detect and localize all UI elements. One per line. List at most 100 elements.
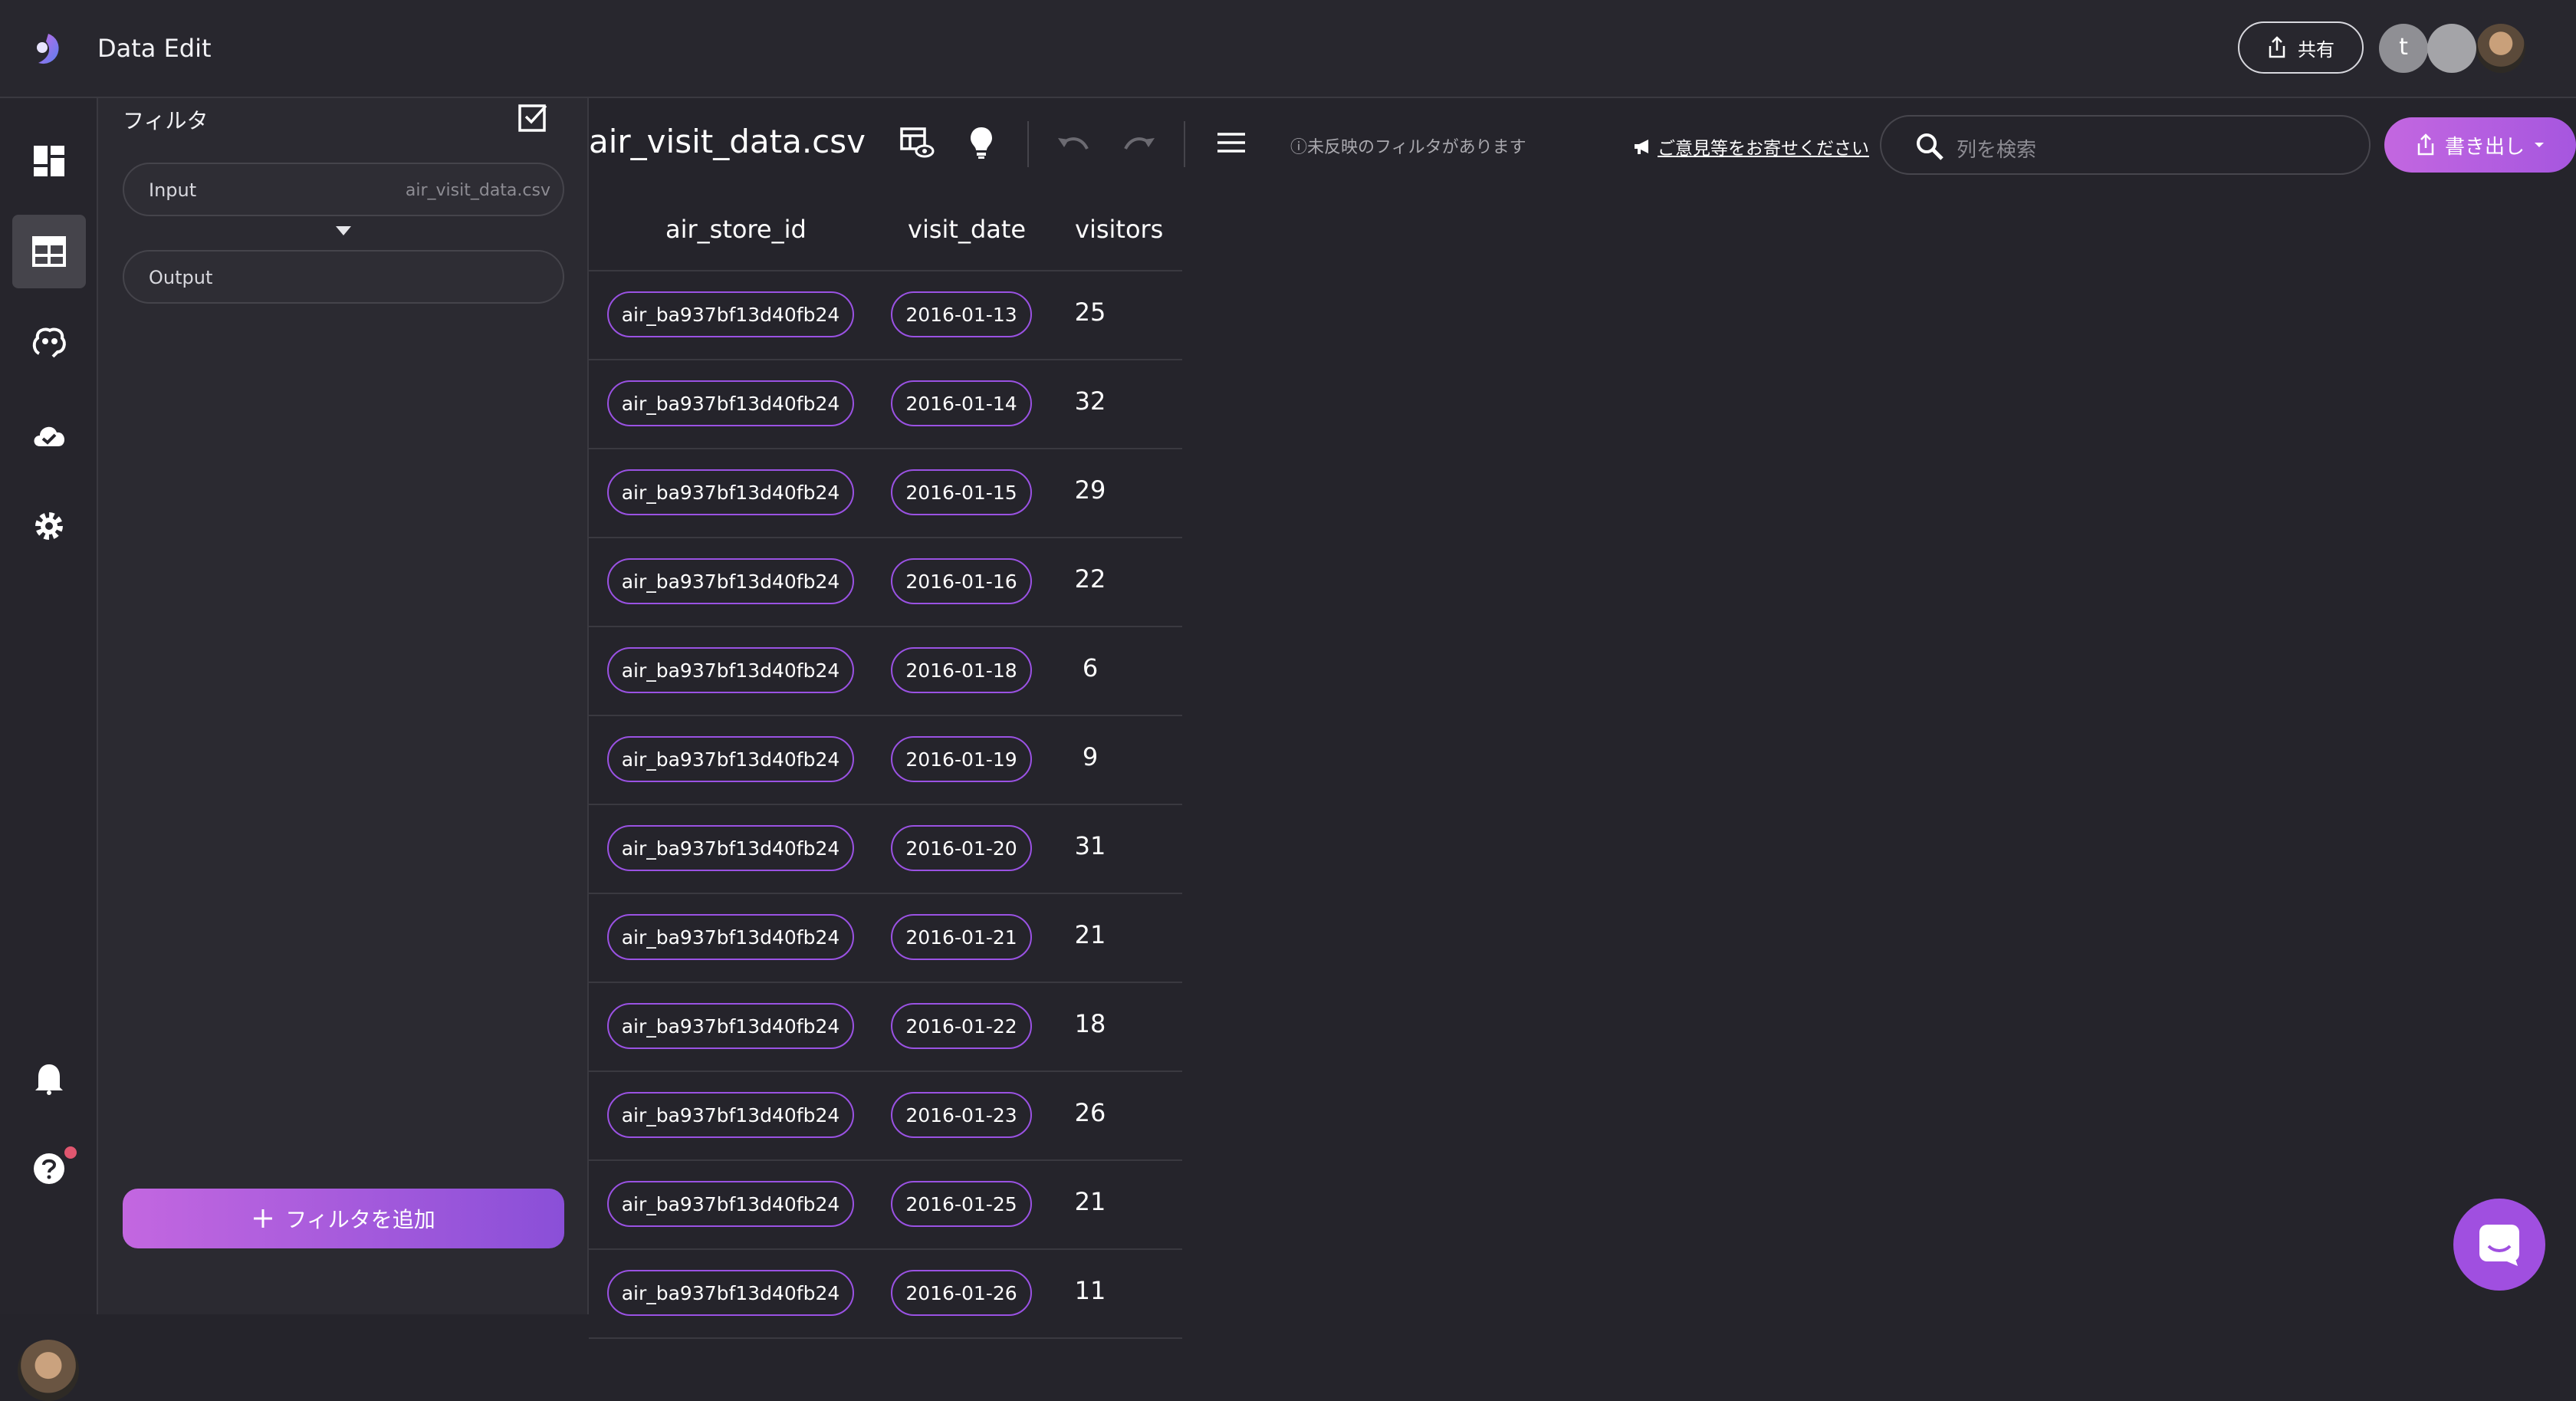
- cell-visit-date[interactable]: 2016-01-14: [891, 380, 1032, 426]
- cell-air-store-id[interactable]: air_ba937bf13d40fb24: [607, 1003, 854, 1049]
- cell-air-store-id[interactable]: air_ba937bf13d40fb24: [607, 469, 854, 515]
- redo-button[interactable]: [1119, 123, 1159, 163]
- table-row[interactable]: air_ba937bf13d40fb24 2016-01-20 31: [589, 805, 1182, 894]
- cell-visitors[interactable]: 22: [1061, 564, 1119, 594]
- cell-visitors[interactable]: 11: [1061, 1276, 1119, 1305]
- cell-visitors[interactable]: 9: [1061, 742, 1119, 771]
- table-row[interactable]: air_ba937bf13d40fb24 2016-01-16 22: [589, 538, 1182, 627]
- cell-visitors[interactable]: 6: [1061, 653, 1119, 682]
- cell-air-store-id[interactable]: air_ba937bf13d40fb24: [607, 1092, 854, 1138]
- undo-button[interactable]: [1053, 123, 1093, 163]
- avatar-collaborator[interactable]: [2427, 24, 2476, 73]
- share-button[interactable]: 共有: [2238, 21, 2364, 74]
- nav-cloud-sync[interactable]: [12, 397, 86, 471]
- notice-text: 未反映のフィルタがあります: [1307, 138, 1526, 157]
- cell-visitors[interactable]: 32: [1061, 386, 1119, 416]
- output-field[interactable]: Output: [123, 250, 564, 304]
- app-logo-icon: [37, 34, 59, 64]
- undo-icon: [1058, 137, 1089, 150]
- table-body: air_ba937bf13d40fb24 2016-01-13 25 air_ba93…: [589, 271, 1182, 1339]
- table-row[interactable]: air_ba937bf13d40fb24 2016-01-13 25: [589, 271, 1182, 360]
- cell-visitors[interactable]: 26: [1061, 1098, 1119, 1127]
- flow-arrow-down-icon: [336, 226, 351, 235]
- cell-visit-date[interactable]: 2016-01-16: [891, 558, 1032, 604]
- cell-visitors[interactable]: 31: [1061, 831, 1119, 860]
- cell-air-store-id[interactable]: air_ba937bf13d40fb24: [607, 558, 854, 604]
- megaphone-icon: [1635, 140, 1648, 154]
- table-preview-icon: [900, 127, 935, 158]
- chevron-down-icon: [2535, 143, 2544, 147]
- column-header-visit-date[interactable]: visit_date: [908, 215, 1026, 244]
- nav-notifications[interactable]: [12, 1041, 86, 1115]
- nav-ai[interactable]: [12, 305, 86, 379]
- plus-icon: [254, 1209, 273, 1228]
- data-table: air_store_id visit_date visitors air_ba9…: [589, 190, 1182, 1339]
- cell-air-store-id[interactable]: air_ba937bf13d40fb24: [607, 736, 854, 782]
- column-header-visitors[interactable]: visitors: [1075, 215, 1163, 244]
- checkbox-icon[interactable]: [517, 101, 549, 133]
- toolbar-divider: [1184, 121, 1185, 167]
- cell-visitors[interactable]: 29: [1061, 475, 1119, 505]
- filter-panel: フィルタ Input air_visit_data.csv Output フィル…: [98, 98, 589, 1314]
- search-icon: [1917, 133, 1944, 160]
- preview-table-button[interactable]: [897, 123, 937, 163]
- cell-visit-date[interactable]: 2016-01-25: [891, 1181, 1032, 1227]
- cell-visit-date[interactable]: 2016-01-15: [891, 469, 1032, 515]
- cell-visitors[interactable]: 25: [1061, 298, 1119, 327]
- cell-air-store-id[interactable]: air_ba937bf13d40fb24: [607, 647, 854, 693]
- cell-air-store-id[interactable]: air_ba937bf13d40fb24: [607, 291, 854, 337]
- input-source-field[interactable]: Input air_visit_data.csv: [123, 163, 564, 216]
- app-title: Data Edit: [97, 34, 212, 63]
- cell-air-store-id[interactable]: air_ba937bf13d40fb24: [607, 825, 854, 871]
- toolbar-divider: [1027, 121, 1029, 167]
- chat-launcher-button[interactable]: [2453, 1199, 2545, 1291]
- column-search-input[interactable]: 列を検索: [1880, 115, 2371, 175]
- cell-visit-date[interactable]: 2016-01-21: [891, 914, 1032, 960]
- cell-visit-date[interactable]: 2016-01-22: [891, 1003, 1032, 1049]
- nav-dashboard[interactable]: [12, 124, 86, 198]
- table-row[interactable]: air_ba937bf13d40fb24 2016-01-26 11: [589, 1250, 1182, 1339]
- cell-visit-date[interactable]: 2016-01-26: [891, 1270, 1032, 1316]
- table-row[interactable]: air_ba937bf13d40fb24 2016-01-21 21: [589, 894, 1182, 983]
- cell-visit-date[interactable]: 2016-01-23: [891, 1092, 1032, 1138]
- unapplied-filter-notice: ⓘ未反映のフィルタがあります: [1290, 133, 1526, 158]
- avatar-collaborator-t[interactable]: t: [2379, 24, 2428, 73]
- cloud-check-icon: [34, 426, 65, 446]
- data-toolbar: air_visit_data.csv ⓘ未反映のフィルタがあります ご意見等をお…: [589, 98, 2576, 190]
- cell-visitors[interactable]: 18: [1061, 1009, 1119, 1038]
- suggestions-button[interactable]: [961, 123, 1001, 163]
- top-bar: Data Edit 共有 t: [0, 0, 2576, 98]
- table-row[interactable]: air_ba937bf13d40fb24 2016-01-18 6: [589, 627, 1182, 716]
- table-row[interactable]: air_ba937bf13d40fb24 2016-01-19 9: [589, 716, 1182, 805]
- cell-air-store-id[interactable]: air_ba937bf13d40fb24: [607, 1270, 854, 1316]
- column-header-air-store-id[interactable]: air_store_id: [665, 215, 807, 244]
- input-value: air_visit_data.csv: [405, 181, 550, 200]
- cell-visitors[interactable]: 21: [1061, 1187, 1119, 1216]
- cell-visit-date[interactable]: 2016-01-18: [891, 647, 1032, 693]
- nav-help[interactable]: [12, 1132, 86, 1205]
- cell-visitors[interactable]: 21: [1061, 920, 1119, 949]
- info-icon: ⓘ: [1290, 138, 1308, 157]
- feedback-link[interactable]: ご意見等をお寄せください: [1633, 133, 1869, 160]
- table-row[interactable]: air_ba937bf13d40fb24 2016-01-23 26: [589, 1072, 1182, 1161]
- cell-visit-date[interactable]: 2016-01-13: [891, 291, 1032, 337]
- cell-visit-date[interactable]: 2016-01-19: [891, 736, 1032, 782]
- table-row[interactable]: air_ba937bf13d40fb24 2016-01-14 32: [589, 360, 1182, 449]
- add-filter-button[interactable]: フィルタを追加: [123, 1189, 564, 1248]
- avatar-current-user[interactable]: [2476, 24, 2525, 73]
- cell-air-store-id[interactable]: air_ba937bf13d40fb24: [607, 1181, 854, 1227]
- menu-button[interactable]: [1211, 123, 1251, 163]
- cell-visit-date[interactable]: 2016-01-20: [891, 825, 1032, 871]
- cell-air-store-id[interactable]: air_ba937bf13d40fb24: [607, 914, 854, 960]
- nav-data-table[interactable]: [12, 215, 86, 288]
- export-button[interactable]: 書き出し: [2384, 117, 2576, 173]
- feedback-label: ご意見等をお寄せください: [1658, 139, 1869, 159]
- nav-settings[interactable]: [12, 489, 86, 563]
- table-row[interactable]: air_ba937bf13d40fb24 2016-01-15 29: [589, 449, 1182, 538]
- input-label: Input: [149, 179, 197, 201]
- table-row[interactable]: air_ba937bf13d40fb24 2016-01-25 21: [589, 1161, 1182, 1250]
- search-placeholder: 列を検索: [1957, 139, 2037, 162]
- user-avatar[interactable]: [18, 1340, 79, 1401]
- table-row[interactable]: air_ba937bf13d40fb24 2016-01-22 18: [589, 983, 1182, 1072]
- cell-air-store-id[interactable]: air_ba937bf13d40fb24: [607, 380, 854, 426]
